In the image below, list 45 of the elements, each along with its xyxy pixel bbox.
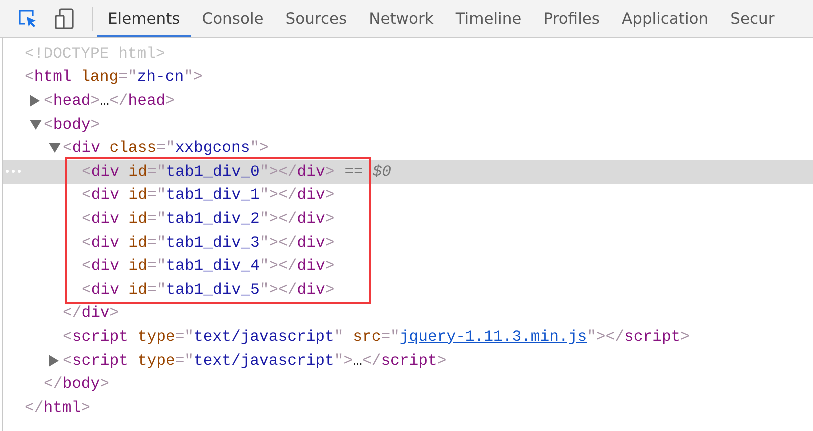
device-icon[interactable]	[54, 8, 76, 30]
tree-row[interactable]: <script type="text/javascript" src="jquery-1.11.3.min.js"></script>	[3, 325, 813, 349]
code-line: <div class="xxbgcons">	[63, 139, 269, 158]
tree-row[interactable]: <script type="text/javascript">…</script>	[3, 348, 813, 372]
tree-row[interactable]: <div id="tab1_div_5"></div>	[3, 278, 813, 302]
expand-arrow-icon[interactable]	[30, 94, 40, 107]
code-line: <script type="text/javascript" src="jquery-1.11.3.min.js"></script>	[63, 328, 690, 346]
tree-row[interactable]: <div id="tab1_div_1"></div>	[3, 184, 813, 208]
panel-tab[interactable]: Elements	[97, 0, 192, 37]
panel-tab[interactable]: Profiles	[532, 0, 611, 37]
panel-tab[interactable]: Network	[358, 0, 445, 37]
code-line: <div id="tab1_div_4"></div>	[82, 257, 335, 276]
tree-row[interactable]: <head>…</head>	[3, 89, 813, 113]
panel-tab[interactable]: Sources	[274, 0, 358, 37]
code-line: <html lang="zh-cn">	[25, 68, 203, 86]
panel-tab[interactable]: Application	[611, 0, 720, 37]
code-line: <div id="tab1_div_1"></div>	[82, 186, 335, 204]
inspect-icon[interactable]	[18, 8, 38, 28]
expand-arrow-icon[interactable]	[49, 354, 59, 367]
file-link[interactable]: jquery-1.11.3.min.js	[400, 328, 588, 346]
tree-row[interactable]: </body>	[3, 372, 813, 396]
code-line: <div id="tab1_div_0"></div>	[82, 162, 335, 181]
code-line: <!DOCTYPE html>	[25, 44, 166, 63]
code-line: </html>	[25, 398, 91, 417]
panel-tab[interactable]: Timeline	[444, 0, 533, 37]
code-line: <div id="tab1_div_3"></div>	[82, 234, 335, 252]
tree-row[interactable]: <div id="tab1_div_3"></div>	[3, 230, 813, 254]
code-line: <body>	[44, 116, 100, 134]
code-line: <div id="tab1_div_5"></div>	[82, 280, 335, 299]
tree-row[interactable]: <div id="tab1_div_0"></div> == $0	[3, 160, 813, 184]
tree-row[interactable]: <div id="tab1_div_2"></div>	[3, 207, 813, 231]
panel-tab[interactable]: Console	[191, 0, 275, 37]
tree-row[interactable]: <div id="tab1_div_4"></div>	[3, 254, 813, 278]
code-line: <script type="text/javascript">…</script>	[63, 352, 447, 370]
panel-tab[interactable]: Secur	[720, 0, 786, 37]
tree-row[interactable]: </div>	[3, 302, 813, 326]
tree-row[interactable]: <html lang="zh-cn">	[3, 66, 813, 90]
tree-row[interactable]: </html>	[3, 396, 813, 420]
code-line: <head>…</head>	[44, 92, 176, 110]
code-line: <div id="tab1_div_2"></div>	[82, 210, 335, 228]
code-line: </body>	[44, 375, 110, 394]
tree-row[interactable]: <body>	[3, 112, 813, 136]
code-line: </div>	[63, 304, 120, 322]
collapse-arrow-icon[interactable]	[30, 120, 42, 130]
node-reference: == $0	[344, 162, 392, 181]
